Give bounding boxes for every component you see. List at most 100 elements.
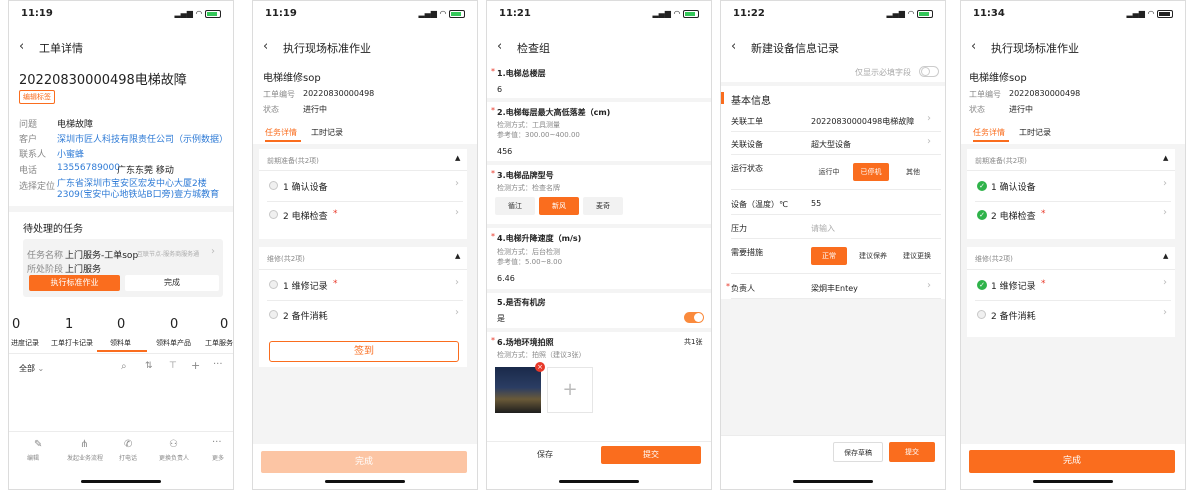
q5-value: 是 (497, 314, 505, 323)
chevron-right-icon: › (455, 277, 459, 288)
nav-bar: ‹ 工单详情 (9, 35, 233, 59)
required-only-toggle[interactable] (919, 66, 939, 77)
task-item[interactable]: 2 备件消耗 › (975, 306, 1171, 328)
stat-value: 0 (170, 317, 179, 332)
phone-icon[interactable]: ✆ (124, 439, 132, 450)
back-icon[interactable]: ‹ (497, 39, 502, 54)
stat-tab-service[interactable]: 工单服务 (205, 338, 233, 348)
filter-all-dropdown[interactable]: 全部 ⌄ (19, 363, 44, 374)
add-icon[interactable]: + (191, 359, 200, 372)
save-button[interactable]: 保存 (495, 446, 595, 464)
stat-tab-progress[interactable]: 进度记录 (11, 338, 39, 348)
delete-photo-icon[interactable]: × (535, 362, 545, 372)
back-icon[interactable]: ‹ (731, 39, 736, 54)
execute-sop-button[interactable]: 执行标准作业 (29, 275, 120, 291)
battery-icon (917, 9, 933, 18)
bottom-nav-call[interactable]: 打电话 (119, 453, 137, 462)
task-item-label: 2 电梯检查 (283, 212, 328, 222)
question-label: 3.电梯品牌型号 (497, 171, 554, 180)
stat-tab-picking[interactable]: 领料单 (110, 338, 131, 348)
tab-task-detail[interactable]: 任务详情 (265, 127, 297, 138)
option-chip[interactable]: 麦奇 (583, 197, 623, 215)
phone-link[interactable]: 13556789000 (57, 163, 120, 173)
sop-title: 电梯维修sop (969, 73, 1027, 84)
edit-tag-button[interactable]: 编辑标签 (19, 90, 55, 104)
filter-icon[interactable]: ⊤ (169, 361, 177, 371)
search-icon[interactable]: ⌕ (121, 361, 127, 372)
contact-link[interactable]: 小蜜蜂 (57, 147, 84, 160)
temperature-input[interactable]: 55 (811, 199, 821, 208)
more-icon[interactable]: ··· (212, 437, 222, 448)
q2-reference: 参考值：300.00~400.00 (497, 131, 580, 139)
tab-work-hours[interactable]: 工时记录 (311, 127, 343, 138)
complete-button[interactable]: 完成 (125, 275, 219, 291)
screen-ticket-detail: 11:19 ▂▄▆ ◠ ‹ 工单详情 20220830000498电梯故障 编辑… (8, 0, 234, 490)
save-draft-button[interactable]: 保存草稿 (833, 442, 883, 462)
page-title: 执行现场标准作业 (283, 42, 371, 55)
collapse-icon[interactable]: ▲ (455, 252, 460, 260)
option-chip-selected[interactable]: 已停机 (853, 163, 889, 181)
photo-thumbnail[interactable] (495, 367, 541, 413)
back-icon[interactable]: ‹ (19, 39, 24, 54)
option-chip[interactable]: 建议保养 (853, 247, 893, 265)
filter-all-label: 全部 (19, 364, 35, 373)
related-device-field[interactable]: 超大型设备 (811, 139, 851, 150)
collapse-icon[interactable]: ▲ (1163, 252, 1168, 260)
task-item[interactable]: ✓ 2 电梯检查 * › (975, 206, 1171, 228)
task-item[interactable]: 1 维修记录 * › (267, 276, 463, 298)
stat-tab-picking-products[interactable]: 领料单产品 (156, 338, 191, 348)
back-icon[interactable]: ‹ (971, 39, 976, 54)
pressure-input[interactable]: 请输入 (811, 223, 835, 234)
tab-work-hours[interactable]: 工时记录 (1019, 127, 1051, 138)
battery-icon (449, 9, 465, 18)
submit-button[interactable]: 提交 (601, 446, 701, 464)
related-order-field[interactable]: 20220830000498电梯故障 (811, 116, 914, 127)
q4-input[interactable]: 6.46 (497, 274, 515, 283)
option-chip[interactable]: 其他 (895, 163, 931, 181)
back-icon[interactable]: ‹ (263, 39, 268, 54)
collapse-icon[interactable]: ▲ (1163, 154, 1168, 162)
task-item[interactable]: 2 电梯检查 * › (267, 206, 463, 228)
sign-in-button[interactable]: 签到 (269, 341, 459, 362)
option-chip-selected[interactable]: 新风 (539, 197, 579, 215)
workflow-icon[interactable]: ⋔ (80, 439, 88, 450)
field-label: 关联设备 (731, 140, 763, 149)
complete-button[interactable]: 完成 (969, 450, 1175, 473)
complete-button[interactable]: 完成 (261, 451, 467, 473)
location-link[interactable]: 广东省深圳市宝安区宏发中心大厦2楼2309(宝安中心地铁站B口旁)壹方城教育 (57, 179, 227, 201)
required-mark: * (726, 282, 730, 291)
collapse-icon[interactable]: ▲ (455, 154, 460, 162)
task-name: 上门服务-工单sop (65, 251, 139, 261)
has-machine-room-toggle[interactable] (684, 312, 704, 323)
stat-value: 0 (220, 317, 229, 332)
required-mark: * (491, 169, 495, 178)
tab-task-detail[interactable]: 任务详情 (973, 127, 1005, 138)
more-icon[interactable]: ··· (213, 359, 223, 370)
owner-field[interactable]: 梁炯丰Entey (811, 283, 858, 294)
ticket-title: 20220830000498电梯故障 (19, 73, 187, 88)
q2-input[interactable]: 456 (497, 147, 512, 156)
bottom-nav-more[interactable]: 更多 (212, 453, 224, 462)
bottom-nav-workflow[interactable]: 发起业务流程 (67, 453, 103, 462)
bottom-nav-change-owner[interactable]: 更换负责人 (159, 453, 189, 462)
edit-icon[interactable]: ✎ (34, 439, 42, 450)
option-chip[interactable]: 运行中 (811, 163, 847, 181)
option-chip-selected[interactable]: 正常 (811, 247, 847, 265)
task-item[interactable]: ✓ 1 维修记录 * › (975, 276, 1171, 298)
task-item[interactable]: 2 备件消耗 › (267, 306, 463, 328)
q1-input[interactable]: 6 (497, 85, 502, 94)
add-photo-icon[interactable]: + (547, 367, 593, 413)
status-bar: 11:21 ▂▄▆ ◠ (487, 1, 711, 27)
customer-link[interactable]: 深圳市匠人科技有限责任公司（示例数据） (57, 132, 228, 145)
check-icon: ✓ (977, 210, 987, 220)
sort-icon[interactable]: ⇅ (145, 361, 153, 371)
task-item[interactable]: ✓ 1 确认设备 › (975, 177, 1171, 199)
option-chip[interactable]: 循江 (495, 197, 535, 215)
user-swap-icon[interactable]: ⚇ (169, 439, 178, 450)
submit-button[interactable]: 提交 (889, 442, 935, 462)
task-item[interactable]: 1 确认设备 › (267, 177, 463, 199)
home-indicator (81, 480, 161, 483)
bottom-nav-edit[interactable]: 编辑 (27, 453, 39, 462)
option-chip[interactable]: 建议更换 (897, 247, 937, 265)
stat-tab-checkin[interactable]: 工单打卡记录 (51, 338, 93, 348)
